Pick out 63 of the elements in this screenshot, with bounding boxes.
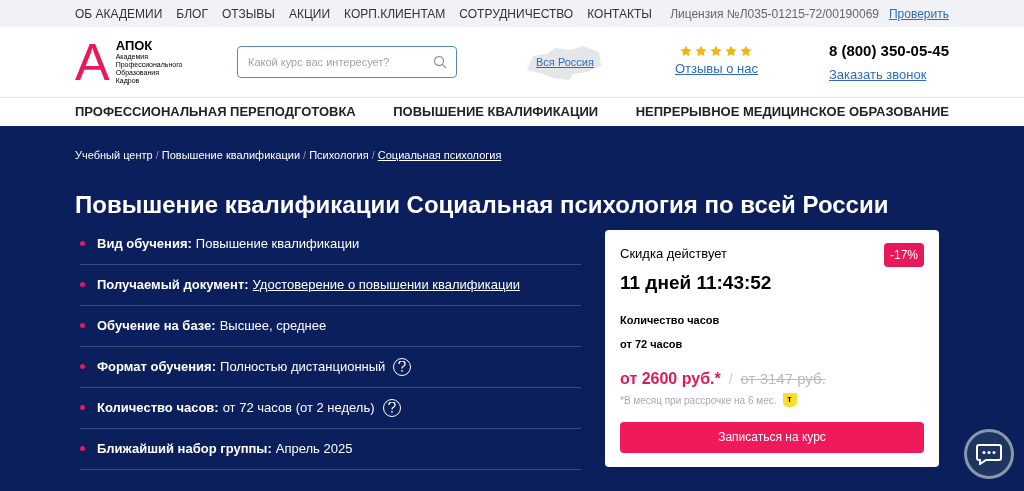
license-text: Лицензия №Л035-01215-72/00190069 [670,5,879,23]
breadcrumb-link[interactable]: Учебный центр [75,147,153,164]
bullet-icon [80,323,85,328]
top-menu-link[interactable]: СОТРУДНИЧЕСТВО [459,4,574,23]
main-nav-link[interactable]: ПРОФЕССИОНАЛЬНАЯ ПЕРЕПОДГОТОВКА [75,102,356,122]
top-menu-link[interactable]: ОТЗЫВЫ [221,4,275,23]
countdown-timer: 11 дней 11:43:52 [620,271,772,295]
star-icon [680,45,693,58]
document-link[interactable]: Удостоверение о повышении квалификации [252,274,520,295]
feature-value: Повышение квалификации [195,234,360,253]
phone-number: 8 (800) 350-05-45 [828,40,949,61]
breadcrumb-separator: / [371,148,375,163]
feature-label: Количество часов: [97,398,219,417]
discount-label: Скидка действует [620,244,728,263]
callback-link[interactable]: Заказать звонок [828,65,949,85]
feature-label: Обучение на базе: [97,316,216,335]
enroll-button[interactable]: Записаться на курс [620,421,924,453]
bullet-icon [80,446,85,451]
page-title: Повышение квалификации Социальная психология по всей России [75,189,890,220]
hours-label: Количество часов [620,312,721,328]
top-menu-link[interactable]: КОРП.КЛИЕНТАМ [344,4,446,23]
top-menu-link[interactable]: АКЦИИ [288,4,331,23]
search-field[interactable]: Какой курс вас интересует? [237,46,457,78]
main-nav-link[interactable]: ПОВЫШЕНИЕ КВАЛИФИКАЦИИ [393,102,599,122]
reviews-link[interactable]: Отзывы о нас [675,59,758,79]
top-menu-link[interactable]: ОБ АКАДЕМИИ [75,4,163,23]
bullet-icon [80,241,85,246]
feature-label: Вид обучения: [97,234,192,253]
old-price: от 3147 руб. [740,368,826,389]
feature-value: Высшее, среднее [219,316,327,335]
logo-letter: А [75,36,110,88]
star-icon [695,45,708,58]
bullet-icon [80,405,85,410]
feature-label: Формат обучения: [97,357,217,376]
bank-badge: т [782,393,797,407]
feature-value: от 72 часов (от 2 недель) [222,398,375,417]
breadcrumb-separator: / [155,148,159,163]
chat-button[interactable] [964,429,1014,479]
feature-value: Апрель 2025 [275,439,353,458]
hours-value: от 72 часов [620,337,684,352]
main-nav-link[interactable]: НЕПРЕРЫВНОЕ МЕДИЦИНСКОЕ ОБРАЗОВАНИЕ [635,102,949,122]
installment-note: *В месяц при рассрочке на 6 мес. [620,393,777,408]
breadcrumb-link[interactable]: Повышение квалификации [161,147,301,164]
top-menu-link[interactable]: БЛОГ [176,4,208,23]
feature-label: Получаемый документ: [97,275,249,294]
verify-link[interactable]: Проверить [889,4,949,23]
logo-name: АПОК [115,39,154,53]
star-icon [725,45,738,58]
chat-icon [976,443,1002,465]
breadcrumb-link[interactable]: Социальная психология [377,147,502,164]
star-icon [740,45,753,58]
star-icon [710,45,723,58]
feature-value: Полностью дистанционный [220,357,386,376]
top-menu-link[interactable]: КОНТАКТЫ [587,4,652,23]
breadcrumb-link[interactable]: Психология [309,147,369,164]
feature-label: Ближайший набор группы: [97,439,272,458]
bullet-icon [80,364,85,369]
breadcrumb-separator: / [303,148,307,163]
bullet-icon [80,282,85,287]
discount-badge: -17% [884,242,924,267]
price: от 2600 руб.* [620,368,721,389]
price-separator: / [728,369,733,389]
search-icon [433,55,447,69]
